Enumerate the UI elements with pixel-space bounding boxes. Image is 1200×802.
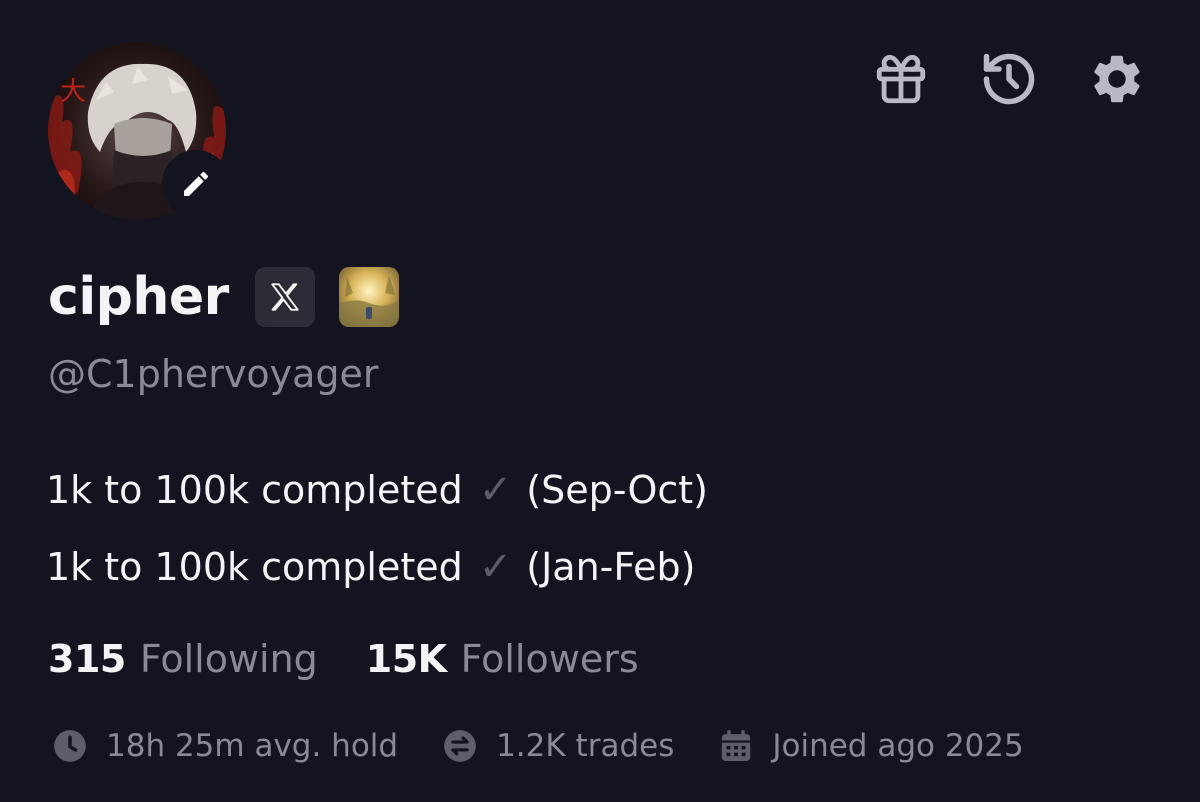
trades-text: 1.2K trades [496,728,675,764]
checkmark-icon: ✓ [478,544,513,590]
display-name: cipher [48,267,229,327]
following-label: Following [139,637,318,681]
history-icon [983,53,1035,105]
bio-text: 1k to 100k completed [46,468,463,512]
profile-page: 大 cipher @C1phervoyager 1k to 100k compl… [0,0,1200,802]
bio-line: 1k to 100k completed ✓ (Jan-Feb) [46,529,708,606]
user-handle: @C1phervoyager [48,352,379,396]
x-logo-icon [271,283,299,311]
joined: Joined ago 2025 [716,722,1024,770]
bio-period: (Jan-Feb) [526,545,696,589]
swap-icon [440,726,480,766]
clock-icon [50,726,90,766]
followers-link[interactable]: 15K Followers [366,632,639,686]
checkmark-icon: ✓ [478,467,513,513]
avg-hold: 18h 25m avg. hold [50,722,398,770]
token-image [338,267,399,327]
settings-gear-icon [1094,55,1140,103]
svg-text:大: 大 [60,77,86,107]
gift-icon [876,54,926,104]
name-row: cipher [48,264,399,330]
gift-button[interactable] [870,48,932,110]
avg-hold-text: 18h 25m avg. hold [106,728,399,764]
trades: 1.2K trades [440,722,674,770]
settings-button[interactable] [1086,48,1148,110]
history-button[interactable] [978,48,1040,110]
bio-text: 1k to 100k completed [46,545,463,589]
edit-avatar-button[interactable] [162,150,230,218]
calendar-icon [716,726,756,766]
bio: 1k to 100k completed ✓ (Sep-Oct) 1k to 1… [46,452,708,606]
joined-text: Joined ago 2025 [772,728,1024,764]
following-link[interactable]: 315 Following [48,632,318,686]
pencil-icon [184,171,209,196]
followers-label: Followers [460,637,639,681]
bio-period: (Sep-Oct) [526,468,708,512]
followers-count: 15K [365,637,447,681]
header-actions [870,48,1148,110]
follow-stats: 315 Following 15K Followers [48,632,639,686]
bio-line: 1k to 100k completed ✓ (Sep-Oct) [46,452,708,529]
token-thumbnail[interactable] [338,267,399,327]
profile-meta: 18h 25m avg. hold 1.2K trades Joined ago… [50,722,1024,770]
x-profile-link[interactable] [254,267,315,327]
following-count: 315 [48,637,126,681]
